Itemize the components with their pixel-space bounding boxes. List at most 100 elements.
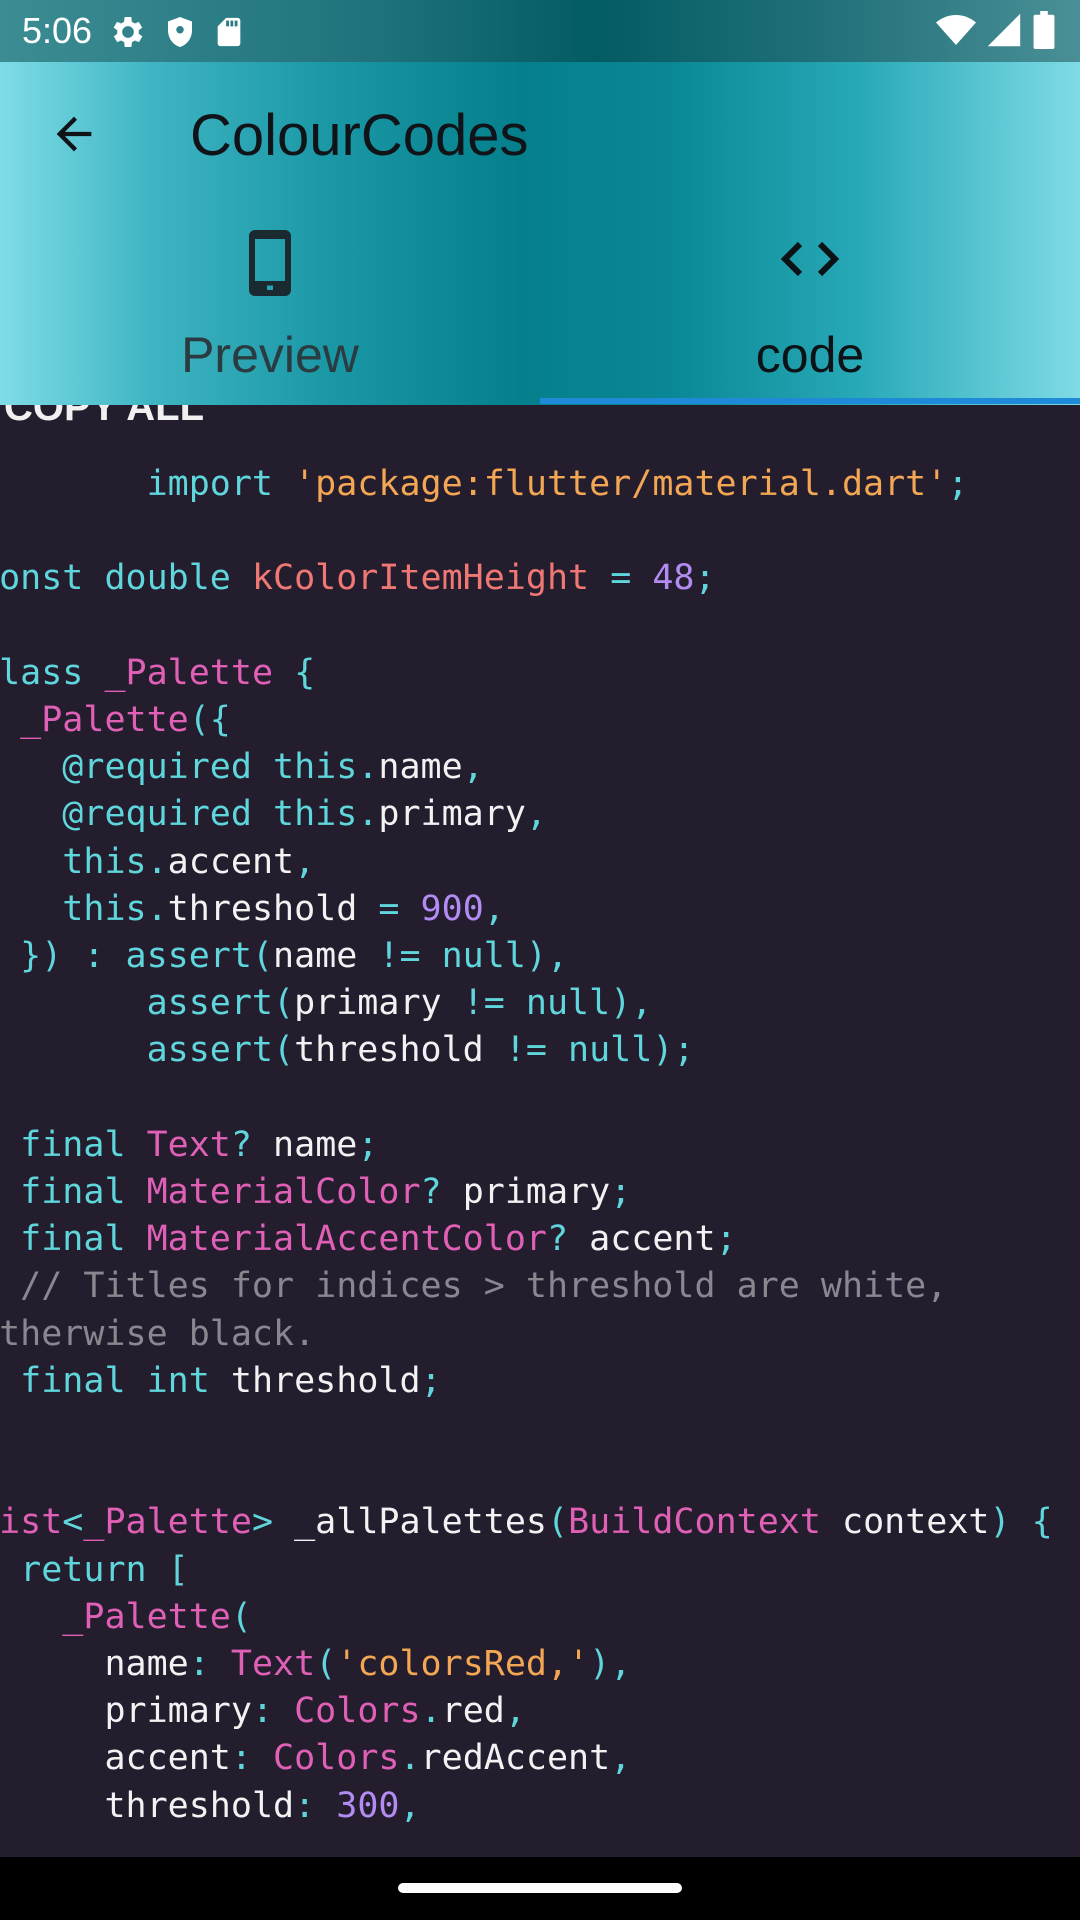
code-token: accent bbox=[104, 1738, 231, 1779]
code-token: 48 bbox=[652, 558, 695, 599]
code-token: 900 bbox=[420, 888, 484, 929]
code-line: @required this.name, bbox=[0, 744, 1053, 791]
code-token: null bbox=[568, 1030, 653, 1071]
app-header: 5:06 ColourCodes Preview code bbox=[0, 0, 1080, 405]
code-token: primary bbox=[462, 1172, 611, 1213]
code-token: . bbox=[146, 841, 168, 882]
code-token: 'colorsRed,' bbox=[336, 1644, 590, 1685]
code-token: Colors bbox=[294, 1691, 421, 1732]
code-line: final int threshold; bbox=[0, 1358, 1053, 1405]
code-token: BuildContext bbox=[568, 1502, 842, 1543]
code-line: accent: Colors.redAccent, bbox=[0, 1735, 1053, 1782]
code-token: accent bbox=[589, 1219, 716, 1260]
tab-label-preview: Preview bbox=[181, 327, 359, 383]
battery-icon bbox=[1032, 10, 1056, 54]
code-token: @required bbox=[62, 794, 274, 835]
code-token: = bbox=[610, 558, 653, 599]
code-line: assert(primary != null), bbox=[0, 980, 1053, 1027]
code-token: primary bbox=[104, 1691, 252, 1732]
code-line: @required this.primary, bbox=[0, 791, 1053, 838]
home-gesture-bar[interactable] bbox=[398, 1883, 682, 1893]
code-token: _Palette bbox=[62, 1596, 231, 1637]
code-token: . bbox=[357, 794, 379, 835]
code-token: ), bbox=[610, 983, 653, 1024]
code-token: [ bbox=[167, 1549, 189, 1590]
code-line: List<_Palette> _allPalettes(BuildContext… bbox=[0, 1499, 1053, 1546]
code-token: . bbox=[399, 1738, 421, 1779]
code-token: = bbox=[378, 888, 421, 929]
code-token: _allPalettes bbox=[294, 1502, 547, 1543]
code-brackets-icon bbox=[780, 235, 840, 288]
code-line: name: Text('colorsRed,'), bbox=[0, 1641, 1053, 1688]
code-token: ? bbox=[420, 1172, 463, 1213]
code-line: final Text? name; bbox=[0, 1122, 1053, 1169]
code-token: ( bbox=[273, 983, 295, 1024]
gear-icon bbox=[108, 12, 148, 52]
code-line: assert(threshold != null); bbox=[0, 1027, 1053, 1074]
code-token: : bbox=[230, 1738, 274, 1779]
tab-indicator bbox=[540, 398, 1080, 404]
code-token: final bbox=[20, 1360, 147, 1401]
code-line: this.accent, bbox=[0, 839, 1053, 886]
code-token: return bbox=[20, 1549, 168, 1590]
status-bar: 5:06 bbox=[0, 0, 1080, 62]
code-token: name bbox=[273, 936, 379, 977]
code-token: > bbox=[251, 1502, 295, 1543]
code-token: null bbox=[441, 936, 526, 977]
shield-icon bbox=[162, 12, 198, 52]
code-token: this bbox=[62, 888, 147, 929]
code-token: , bbox=[399, 1785, 421, 1826]
code-token: threshold bbox=[294, 1030, 505, 1071]
code-token: double bbox=[104, 558, 252, 599]
code-token: name bbox=[378, 747, 463, 788]
code-view[interactable]: COPY ALL import 'package:flutter/materia… bbox=[0, 405, 1080, 1857]
code-token: 'package:flutter/material.dart' bbox=[294, 464, 948, 504]
code-line: // Titles for indices > threshold are wh… bbox=[0, 1263, 1053, 1310]
code-line: return [ bbox=[0, 1547, 1053, 1594]
code-token: : bbox=[188, 1644, 231, 1685]
back-button[interactable] bbox=[38, 100, 110, 172]
code-token: import bbox=[146, 464, 295, 504]
code-token: const bbox=[0, 558, 84, 599]
code-token: { bbox=[294, 652, 316, 693]
code-token: : bbox=[251, 1691, 295, 1732]
code-token: ; bbox=[420, 1360, 442, 1401]
code-token: ), bbox=[589, 1644, 632, 1685]
code-token: final bbox=[20, 1172, 147, 1213]
code-token: MaterialAccentColor bbox=[146, 1219, 547, 1260]
tab-preview[interactable]: Preview bbox=[0, 215, 540, 405]
code-line: threshold: 300, bbox=[0, 1783, 1053, 1830]
arrow-back-icon bbox=[48, 108, 100, 165]
code-token: ({ bbox=[188, 700, 231, 741]
code-token: this bbox=[273, 747, 358, 788]
code-token: class bbox=[0, 652, 84, 693]
code-token: , bbox=[525, 794, 547, 835]
copy-all-button[interactable]: COPY ALL bbox=[4, 405, 204, 431]
code-token: != bbox=[462, 983, 526, 1024]
code-line: _Palette({ bbox=[0, 697, 1053, 744]
tab-code[interactable]: code bbox=[540, 215, 1080, 405]
code-token: ( bbox=[315, 1644, 337, 1685]
code-token: otherwise black. bbox=[0, 1313, 316, 1354]
code-token: ; bbox=[715, 1219, 737, 1260]
code-token: != bbox=[504, 1030, 569, 1071]
sd-card-icon bbox=[212, 12, 246, 52]
code-token: ), bbox=[525, 936, 569, 977]
code-token: assert bbox=[146, 1030, 274, 1071]
code-token: _Palette bbox=[104, 652, 295, 693]
code-token: ? bbox=[546, 1219, 590, 1260]
